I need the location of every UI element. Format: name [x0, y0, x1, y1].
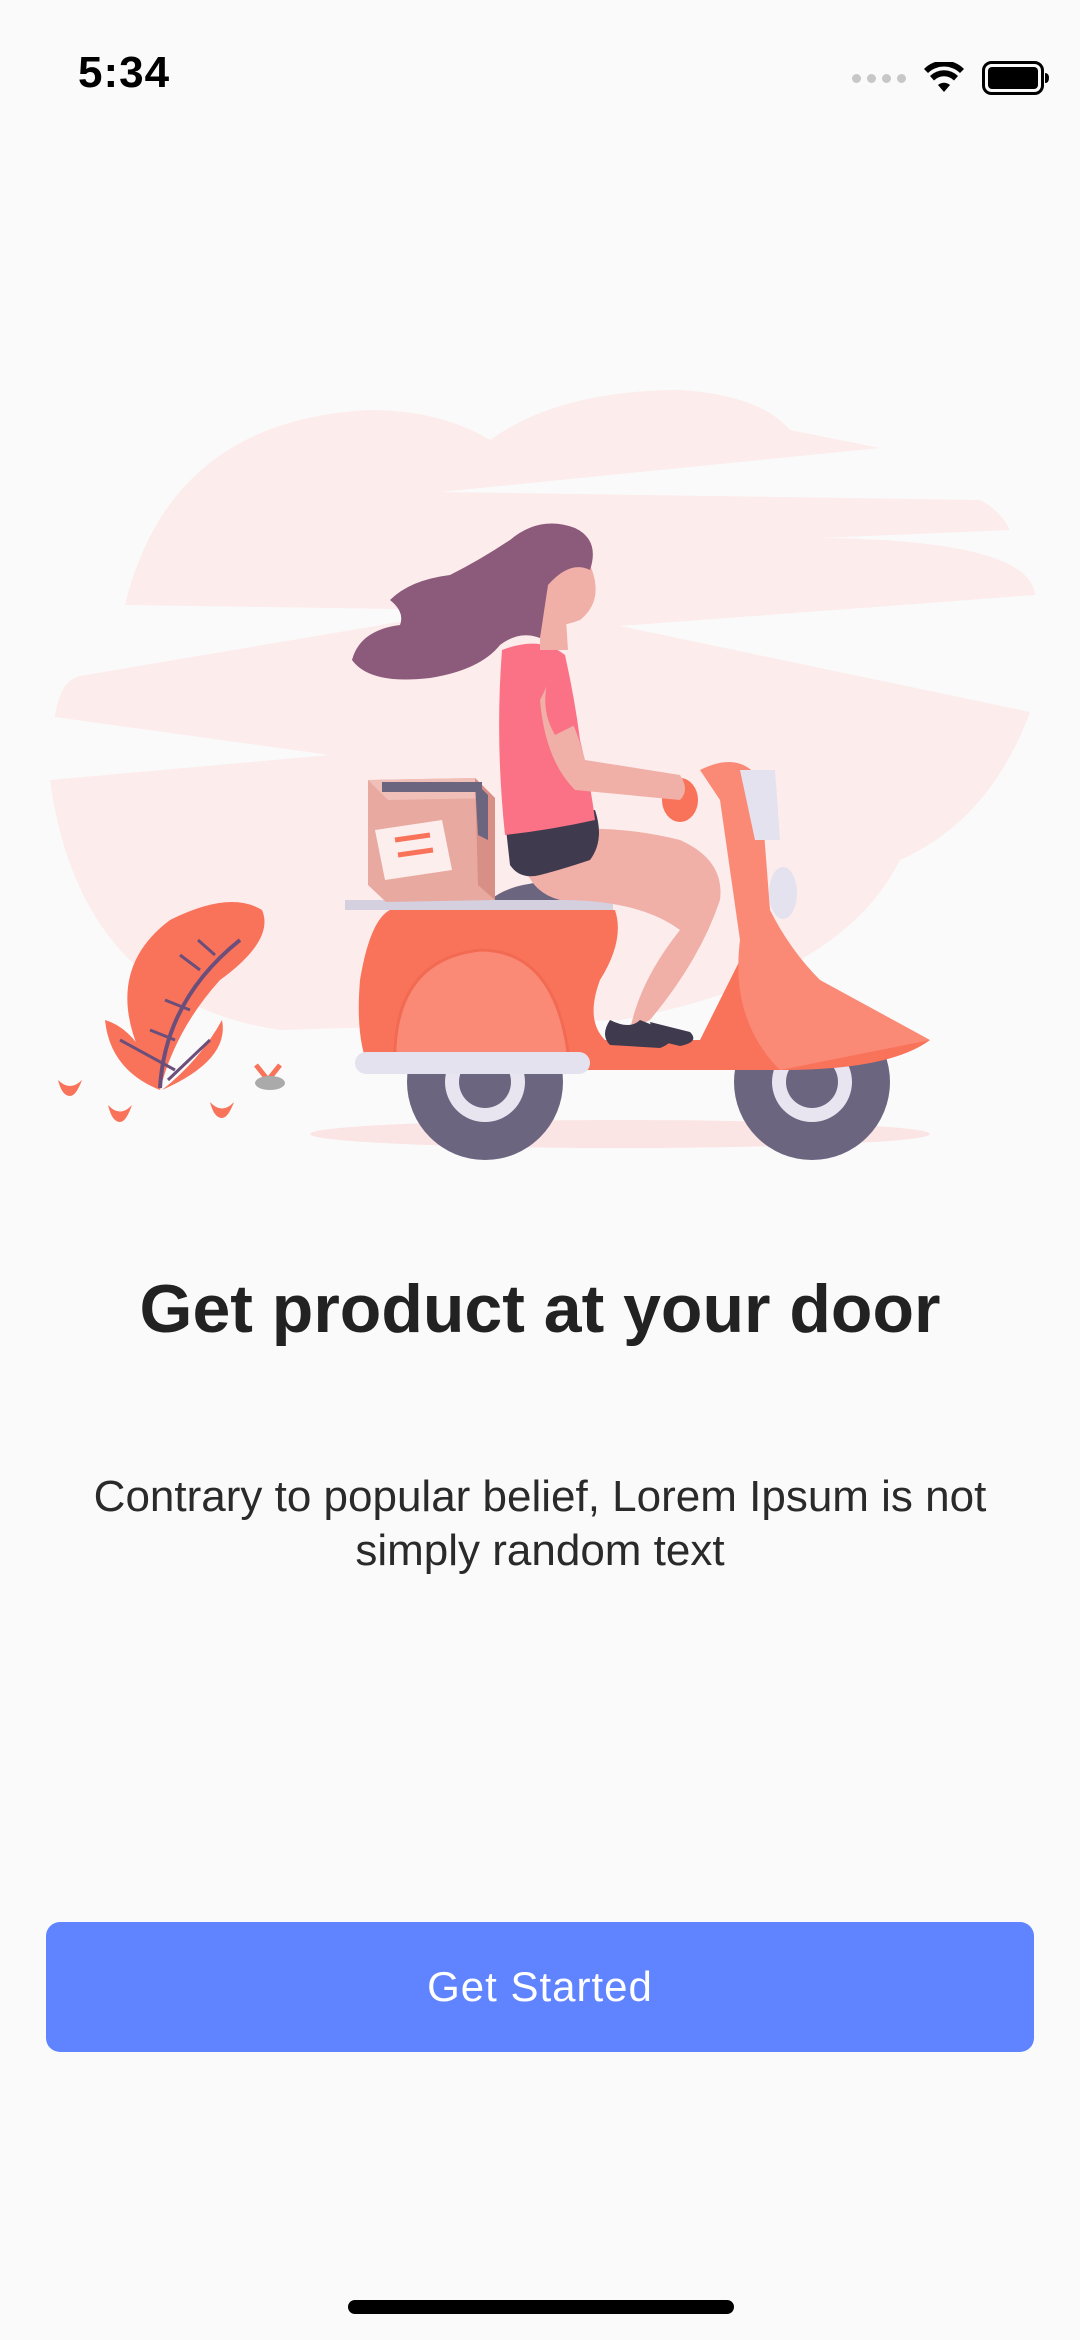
delivery-box	[368, 778, 495, 902]
battery-icon	[982, 61, 1049, 95]
wifi-icon	[924, 62, 964, 92]
cellular-signal-icon	[852, 73, 906, 83]
delivery-scooter-illustration	[50, 390, 1035, 1160]
status-icons	[852, 58, 1050, 98]
home-indicator[interactable]	[348, 2300, 734, 2314]
page-title: Get product at your door	[139, 1271, 941, 1347]
get-started-button[interactable]: Get Started	[46, 1922, 1034, 2052]
status-time: 5:34	[78, 48, 171, 97]
page-subtitle: Contrary to popular belief, Lorem Ipsum …	[93, 1472, 987, 1575]
status-bar: 5:34	[0, 0, 1080, 150]
